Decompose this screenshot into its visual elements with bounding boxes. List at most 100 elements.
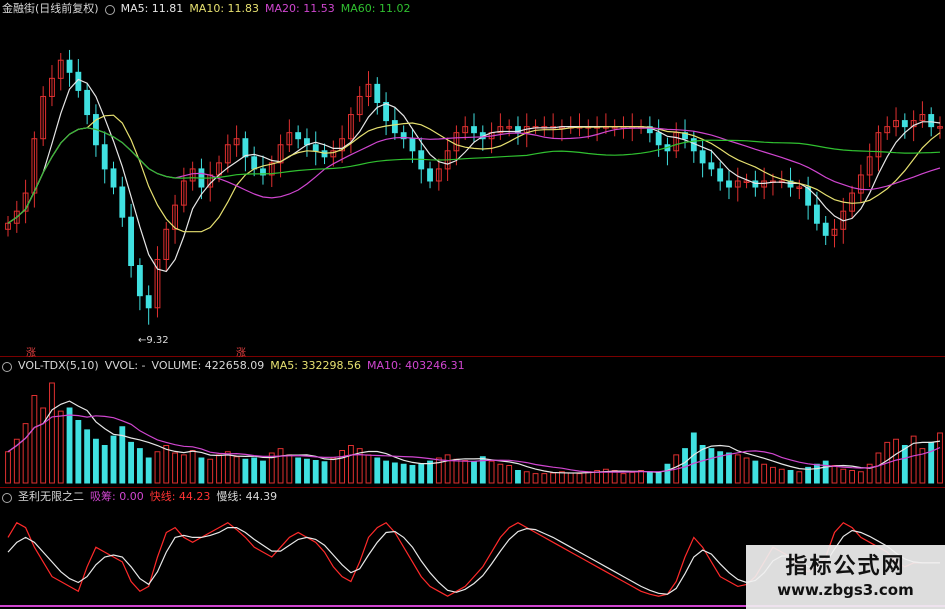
- volume-bar: [541, 473, 548, 484]
- stock-title[interactable]: 金融街(日线前复权): [2, 0, 99, 18]
- volume-bar: [180, 454, 187, 484]
- indicator-title[interactable]: 圣利无限之二: [18, 488, 84, 506]
- watermark-title: 指标公式网: [785, 554, 906, 579]
- ma20-value: MA20: 11.53: [265, 2, 335, 15]
- volume-bar: [312, 460, 319, 484]
- fast-line-value: 快线: 44.23: [149, 490, 211, 503]
- volume-bar: [93, 438, 99, 484]
- candle-body: [242, 138, 249, 158]
- volume-bar: [400, 463, 407, 484]
- candle-body: [822, 222, 829, 236]
- volume-bar: [444, 454, 451, 484]
- candle-body: [928, 114, 935, 128]
- volume-bar: [629, 471, 636, 484]
- volume-bar: [277, 448, 284, 484]
- candle-body: [717, 168, 724, 182]
- volume-bar: [233, 456, 240, 484]
- candle-body: [119, 186, 126, 218]
- price-chart-pane[interactable]: 金融街(日线前复权) MA5: 11.81 MA10: 11.83 MA20: …: [0, 0, 945, 356]
- volume-bar: [901, 445, 908, 484]
- volume-bar: [31, 395, 38, 484]
- volume-chart[interactable]: [0, 357, 945, 487]
- volume-bar: [515, 470, 521, 484]
- volume-bar: [576, 473, 583, 484]
- volume-bar: [216, 454, 222, 484]
- volume-bar: [664, 463, 671, 484]
- price-header: 金融街(日线前复权) MA5: 11.81 MA10: 11.83 MA20: …: [0, 0, 410, 18]
- volume-bar: [427, 460, 433, 484]
- ma60-value: MA60: 11.02: [340, 2, 411, 15]
- volume-bar: [374, 457, 381, 484]
- indicator-header: 圣利无限之二 吸筹: 0.00 快线: 44.23 慢线: 44.39: [0, 488, 277, 506]
- volume-bar: [286, 454, 293, 484]
- volume-bar: [66, 407, 73, 484]
- volume-bar: [787, 470, 794, 484]
- volume-bar: [101, 445, 108, 484]
- settings-icon[interactable]: [104, 5, 115, 15]
- volume-indicator-title[interactable]: VOL-TDX(5,10): [18, 357, 99, 375]
- volume-bar: [550, 472, 557, 484]
- candle-body: [110, 168, 117, 188]
- volume-bar: [84, 429, 91, 484]
- candle-body: [471, 126, 477, 134]
- volume-bar: [875, 452, 882, 484]
- volume-bar: [145, 457, 152, 484]
- volume-bar: [304, 458, 310, 484]
- volume-bar: [57, 410, 64, 484]
- candle-body: [251, 156, 258, 170]
- candle-body: [427, 168, 433, 182]
- candle-body: [136, 265, 143, 297]
- volume-bar: [620, 473, 627, 484]
- volume-bar: [761, 463, 768, 484]
- vvol-value: VVOL: -: [104, 359, 146, 372]
- volume-bar: [453, 458, 460, 484]
- ma5-value: MA5: 11.81: [120, 2, 184, 15]
- settings-icon[interactable]: [2, 362, 12, 372]
- volume-bar: [813, 463, 820, 484]
- volume-bar: [506, 465, 513, 484]
- volume-pane[interactable]: VOL-TDX(5,10) VVOL: - VOLUME: 422658.09 …: [0, 357, 945, 487]
- candle-body: [391, 120, 398, 134]
- volume-bar: [462, 460, 469, 484]
- candle-body: [726, 180, 732, 188]
- volume-bar: [585, 471, 592, 484]
- volume-bar: [822, 460, 829, 484]
- candle-body: [66, 59, 73, 73]
- volume-bar: [708, 448, 715, 484]
- volume-bar: [743, 457, 750, 484]
- volume-bar: [22, 423, 29, 484]
- volume-value: VOLUME: 422658.09: [151, 359, 265, 372]
- volume-bar: [928, 441, 935, 484]
- volume-bar: [497, 463, 504, 484]
- volume-bar: [347, 445, 354, 484]
- volume-bar: [295, 457, 302, 484]
- xichou-value: 吸筹: 0.00: [90, 490, 144, 503]
- slow-line-value: 慢线: 44.39: [216, 490, 278, 503]
- volume-bar: [163, 445, 170, 484]
- volume-bar: [831, 465, 838, 484]
- volume-bar: [770, 466, 776, 484]
- volume-bar: [128, 441, 135, 484]
- volume-bar: [734, 454, 741, 484]
- volume-ma5-value: MA5: 332298.56: [270, 359, 361, 372]
- volume-bar: [796, 471, 803, 484]
- volume-bar: [339, 450, 346, 484]
- volume-bar: [840, 468, 847, 484]
- volume-bar: [699, 445, 706, 484]
- volume-bar: [198, 457, 205, 484]
- volume-bar: [40, 407, 47, 484]
- settings-icon[interactable]: [2, 493, 12, 503]
- volume-bar: [937, 432, 943, 484]
- candle-body: [312, 144, 319, 152]
- volume-header: VOL-TDX(5,10) VVOL: - VOLUME: 422658.09 …: [0, 357, 465, 375]
- volume-bar: [49, 382, 55, 484]
- candle-body: [409, 138, 416, 152]
- candlestick-chart[interactable]: [0, 0, 945, 356]
- volume-bar: [726, 452, 732, 484]
- low-price-marker: ←9.32: [138, 335, 169, 346]
- volume-bar: [365, 454, 372, 484]
- candle-body: [708, 162, 715, 170]
- volume-bar: [638, 470, 644, 484]
- volume-bar: [207, 458, 214, 484]
- volume-bar: [471, 461, 477, 484]
